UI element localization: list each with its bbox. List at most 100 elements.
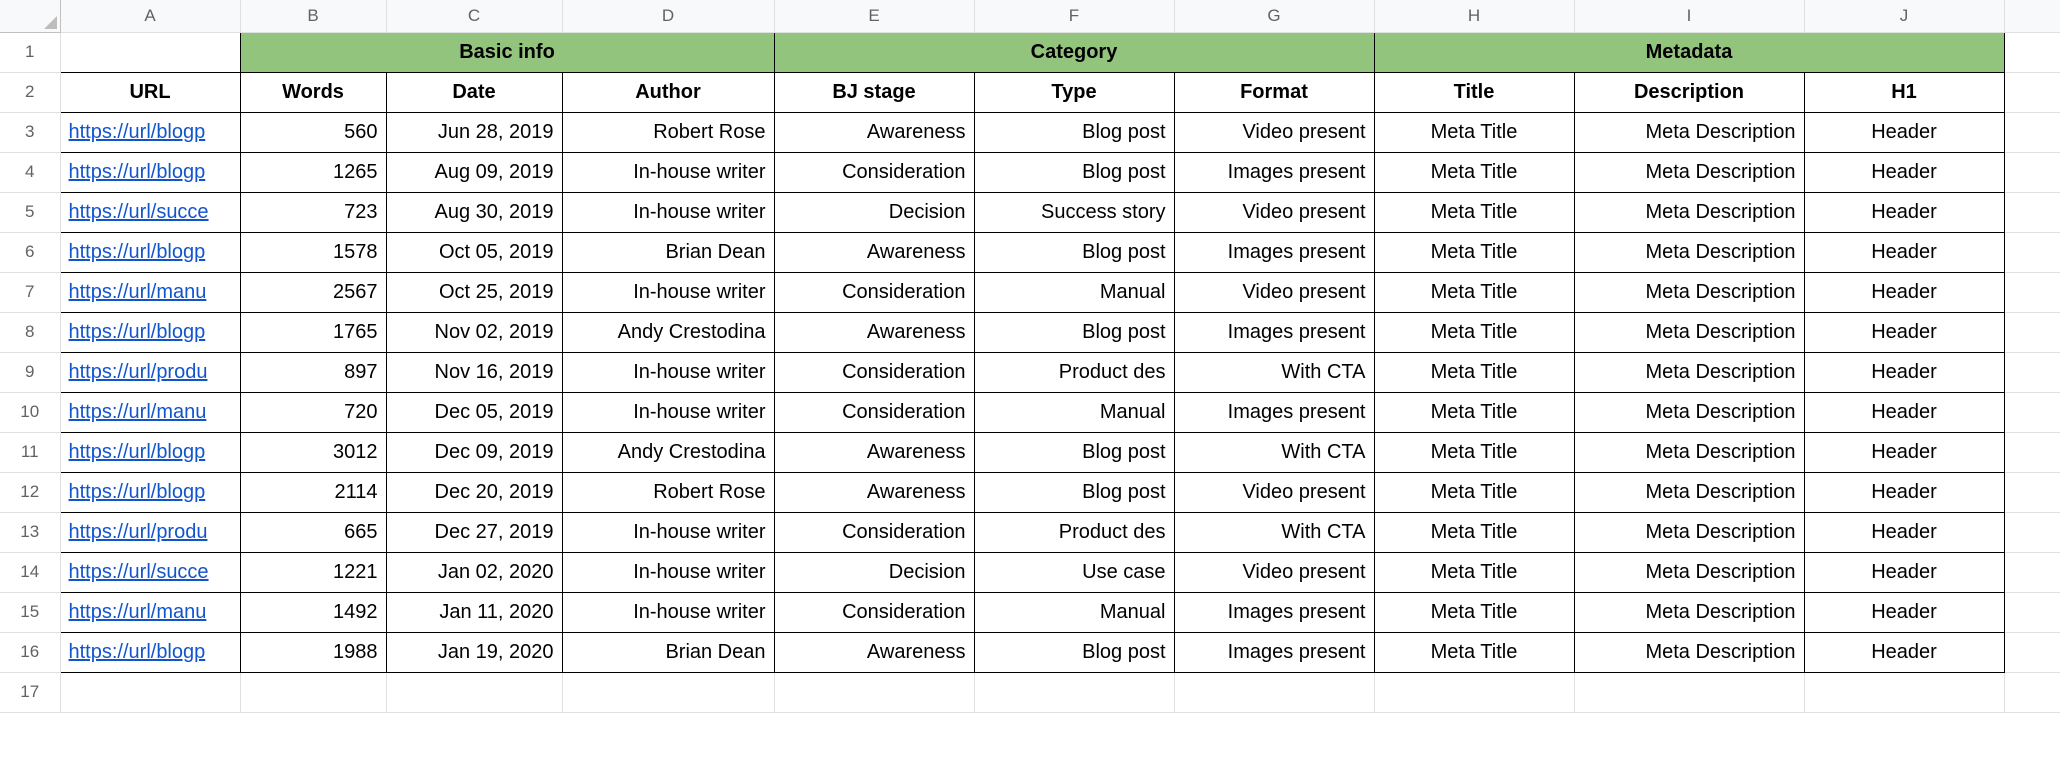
url-link[interactable]: https://url/produ [69,361,208,383]
cell-url[interactable]: https://url/blogp [60,152,240,192]
cell-type[interactable]: Use case [974,552,1174,592]
row-head-9[interactable]: 9 [0,352,60,392]
cell-title[interactable]: Meta Title [1374,432,1574,472]
cell-url[interactable]: https://url/manu [60,392,240,432]
cell-h1[interactable]: Header [1804,512,2004,552]
cell-format[interactable]: Video present [1174,272,1374,312]
cell-h1[interactable]: Header [1804,432,2004,472]
cell-words[interactable]: 560 [240,112,386,152]
cell-description[interactable]: Meta Description [1574,392,1804,432]
cell-url[interactable]: https://url/blogp [60,312,240,352]
cell-h1[interactable]: Header [1804,592,2004,632]
cell-empty[interactable] [2004,232,2060,272]
cell-type[interactable]: Success story [974,192,1174,232]
cell-bj-stage[interactable]: Decision [774,192,974,232]
cell-title[interactable]: Meta Title [1374,192,1574,232]
cell-words[interactable]: 720 [240,392,386,432]
cell-empty[interactable] [1374,672,1574,712]
cell-type[interactable]: Manual [974,272,1174,312]
cell-format[interactable]: Video present [1174,472,1374,512]
cell-empty[interactable] [2004,312,2060,352]
cell-format[interactable]: Video present [1174,552,1374,592]
cell-empty[interactable] [2004,112,2060,152]
row-head-16[interactable]: 16 [0,632,60,672]
cell-bj-stage[interactable]: Consideration [774,352,974,392]
cell-words[interactable]: 2567 [240,272,386,312]
header-date[interactable]: Date [386,72,562,112]
cell-author[interactable]: Brian Dean [562,232,774,272]
cell-bj-stage[interactable]: Consideration [774,592,974,632]
cell-title[interactable]: Meta Title [1374,352,1574,392]
row-head-17[interactable]: 17 [0,672,60,712]
header-description[interactable]: Description [1574,72,1804,112]
cell-empty[interactable] [2004,192,2060,232]
cell-description[interactable]: Meta Description [1574,232,1804,272]
cell-bj-stage[interactable]: Awareness [774,472,974,512]
cell-author[interactable]: In-house writer [562,552,774,592]
cell-title[interactable]: Meta Title [1374,112,1574,152]
cell-bj-stage[interactable]: Awareness [774,112,974,152]
cell-date[interactable]: Oct 05, 2019 [386,232,562,272]
cell-format[interactable]: Images present [1174,592,1374,632]
url-link[interactable]: https://url/produ [69,521,208,543]
cell-type[interactable]: Manual [974,592,1174,632]
cell-empty[interactable] [2004,152,2060,192]
cell-description[interactable]: Meta Description [1574,552,1804,592]
cell-url[interactable]: https://url/blogp [60,112,240,152]
cell-bj-stage[interactable]: Awareness [774,432,974,472]
row-head-7[interactable]: 7 [0,272,60,312]
cell-description[interactable]: Meta Description [1574,432,1804,472]
row-head-13[interactable]: 13 [0,512,60,552]
cell-format[interactable]: Images present [1174,392,1374,432]
cell-date[interactable]: Aug 30, 2019 [386,192,562,232]
cell-date[interactable]: Jun 28, 2019 [386,112,562,152]
url-link[interactable]: https://url/manu [69,281,207,303]
row-head-4[interactable]: 4 [0,152,60,192]
col-head-g[interactable]: G [1174,0,1374,32]
row-head-2[interactable]: 2 [0,72,60,112]
cell-empty[interactable] [1804,672,2004,712]
cell-date[interactable]: Oct 25, 2019 [386,272,562,312]
cell-h1[interactable]: Header [1804,112,2004,152]
cell-author[interactable]: Brian Dean [562,632,774,672]
cell-description[interactable]: Meta Description [1574,312,1804,352]
cell-words[interactable]: 2114 [240,472,386,512]
cell-empty[interactable] [60,672,240,712]
cell-author[interactable]: In-house writer [562,272,774,312]
select-all-corner[interactable] [0,0,60,32]
cell-date[interactable]: Aug 09, 2019 [386,152,562,192]
header-url[interactable]: URL [60,72,240,112]
cell-date[interactable]: Nov 02, 2019 [386,312,562,352]
group-metadata[interactable]: Metadata [1374,32,2004,72]
header-author[interactable]: Author [562,72,774,112]
cell-url[interactable]: https://url/produ [60,352,240,392]
cell-empty[interactable] [2004,272,2060,312]
cell-type[interactable]: Blog post [974,472,1174,512]
cell-title[interactable]: Meta Title [1374,552,1574,592]
cell-h1[interactable]: Header [1804,352,2004,392]
col-head-j[interactable]: J [1804,0,2004,32]
cell-empty[interactable] [386,672,562,712]
url-link[interactable]: https://url/manu [69,401,207,423]
cell-date[interactable]: Dec 09, 2019 [386,432,562,472]
cell-words[interactable]: 1765 [240,312,386,352]
cell-title[interactable]: Meta Title [1374,392,1574,432]
group-basic-info[interactable]: Basic info [240,32,774,72]
cell-date[interactable]: Dec 20, 2019 [386,472,562,512]
cell-url[interactable]: https://url/produ [60,512,240,552]
group-category[interactable]: Category [774,32,1374,72]
cell-date[interactable]: Nov 16, 2019 [386,352,562,392]
cell-title[interactable]: Meta Title [1374,632,1574,672]
url-link[interactable]: https://url/blogp [69,241,206,263]
cell-author[interactable]: Andy Crestodina [562,312,774,352]
cell-words[interactable]: 665 [240,512,386,552]
cell-url[interactable]: https://url/succe [60,192,240,232]
row-head-5[interactable]: 5 [0,192,60,232]
cell-format[interactable]: Images present [1174,312,1374,352]
cell-h1[interactable]: Header [1804,192,2004,232]
cell-url[interactable]: https://url/blogp [60,232,240,272]
cell-empty[interactable] [2004,632,2060,672]
col-head-c[interactable]: C [386,0,562,32]
row-head-6[interactable]: 6 [0,232,60,272]
url-link[interactable]: https://url/manu [69,601,207,623]
